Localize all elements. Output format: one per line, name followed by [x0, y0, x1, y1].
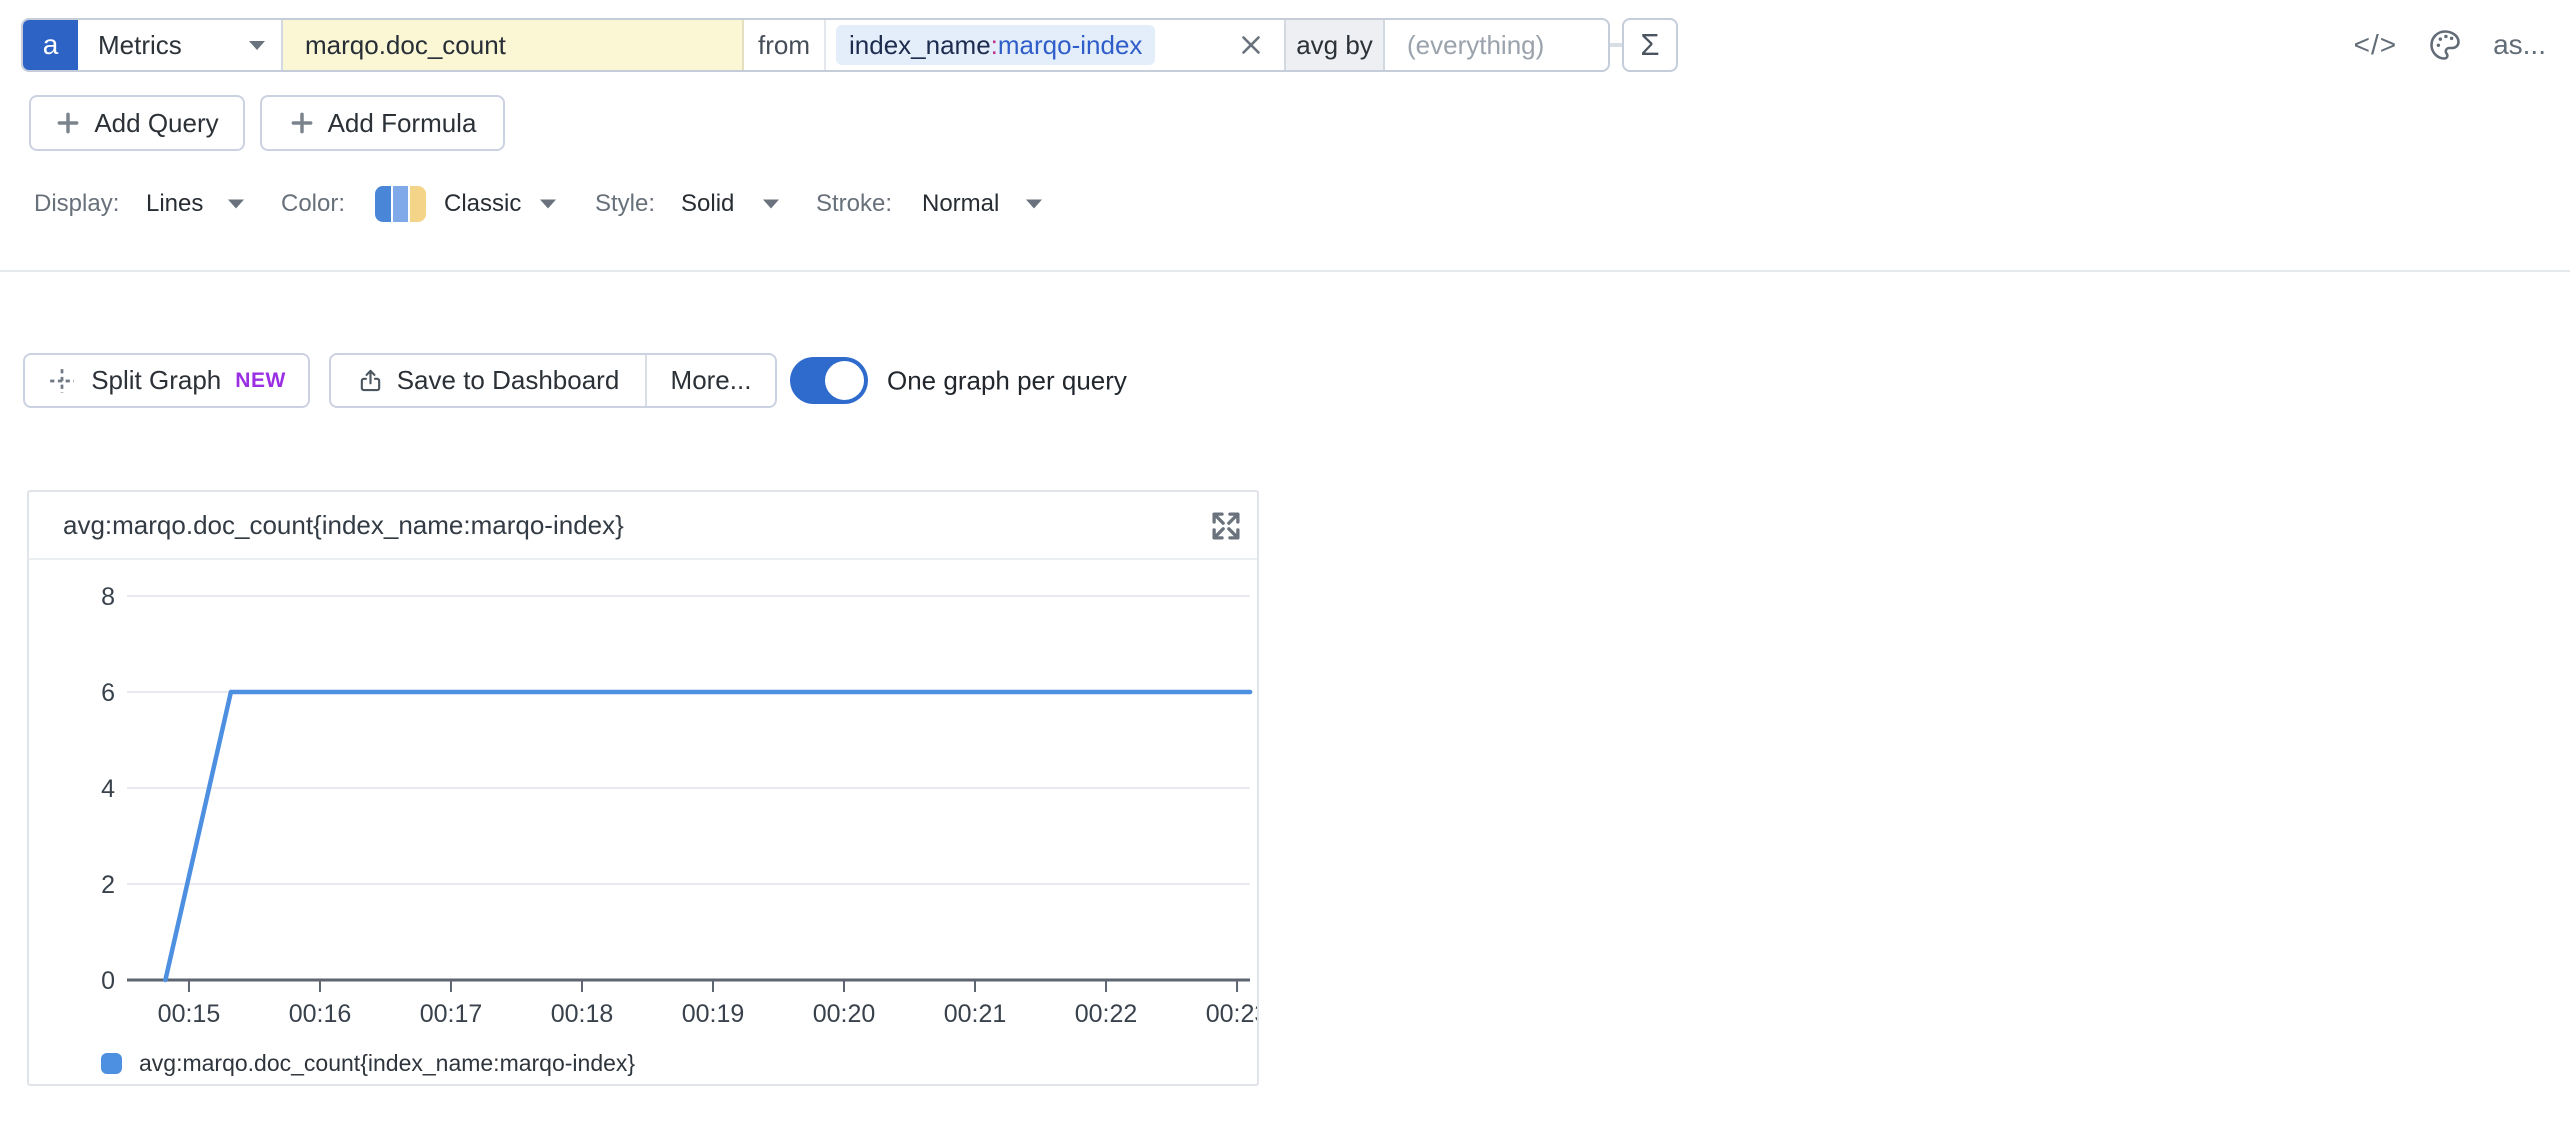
svg-text:00:19: 00:19 [682, 1000, 745, 1028]
plus-icon [289, 110, 315, 136]
clear-filter-button[interactable] [1234, 28, 1268, 62]
query-row: a Metrics from index_name:marqo-index av… [21, 18, 1678, 72]
svg-text:4: 4 [101, 775, 115, 803]
svg-text:00:15: 00:15 [158, 1000, 221, 1028]
group-by-input[interactable] [1405, 29, 1605, 62]
as-label[interactable]: as... [2493, 29, 2546, 61]
palette-stripe [393, 186, 409, 222]
split-grid-icon [47, 366, 77, 396]
group-by-section [1385, 20, 1608, 70]
style-label: Style: [595, 190, 655, 218]
chart-header: avg:marqo.doc_count{index_name:marqo-ind… [29, 492, 1257, 560]
sigma-button[interactable]: Σ [1622, 18, 1678, 72]
timeseries-card: avg:marqo.doc_count{index_name:marqo-ind… [27, 490, 1259, 1086]
avg-by-button[interactable]: avg by [1286, 20, 1385, 70]
color-label: Color: [281, 190, 345, 218]
graph-actions-row: Split Graph NEW Save to Dashboard More..… [0, 353, 2570, 408]
one-graph-toggle-label: One graph per query [887, 365, 1127, 396]
expand-icon [1207, 507, 1245, 545]
stroke-label: Stroke: [816, 190, 892, 218]
palette-stripe [410, 186, 426, 222]
toggle-knob [825, 361, 864, 400]
legend-swatch [101, 1053, 122, 1074]
stroke-value-dropdown[interactable]: Normal [922, 190, 999, 218]
export-icon [357, 367, 384, 394]
color-value-dropdown[interactable]: Classic [444, 190, 521, 218]
style-value-dropdown[interactable]: Solid [681, 190, 734, 218]
split-graph-button[interactable]: Split Graph NEW [23, 353, 310, 408]
svg-text:00:21: 00:21 [944, 1000, 1007, 1028]
add-query-button[interactable]: Add Query [29, 95, 245, 151]
palette-icon[interactable] [2427, 27, 2463, 63]
svg-text:6: 6 [101, 679, 115, 707]
data-source-dropdown[interactable]: Metrics [78, 20, 283, 70]
from-label: from [744, 20, 826, 70]
add-formula-label: Add Formula [328, 108, 477, 139]
more-button[interactable]: More... [647, 355, 775, 406]
palette-stripe [375, 186, 391, 222]
section-divider [0, 270, 2570, 272]
sigma-connector [1610, 43, 1622, 47]
filter-colon: : [991, 30, 998, 61]
svg-text:2: 2 [101, 871, 115, 899]
chevron-down-icon[interactable] [228, 200, 244, 209]
save-button-group: Save to Dashboard More... [329, 353, 777, 408]
chevron-down-icon[interactable] [540, 200, 556, 209]
save-to-dashboard-label: Save to Dashboard [397, 365, 620, 396]
close-icon [1236, 30, 1266, 60]
filter-section: index_name:marqo-index [826, 20, 1286, 70]
chevron-down-icon[interactable] [1026, 200, 1042, 209]
add-query-label: Add Query [94, 108, 218, 139]
chevron-down-icon[interactable] [763, 200, 779, 209]
add-formula-button[interactable]: Add Formula [260, 95, 505, 151]
svg-text:0: 0 [101, 967, 115, 995]
query-toolbar-icons: </> as... [2354, 18, 2546, 72]
svg-text:00:17: 00:17 [420, 1000, 483, 1028]
svg-text:00:22: 00:22 [1075, 1000, 1138, 1028]
filter-key: index_name [849, 30, 991, 61]
svg-text:00:16: 00:16 [289, 1000, 352, 1028]
chart-title: avg:marqo.doc_count{index_name:marqo-ind… [63, 510, 624, 541]
svg-text:8: 8 [101, 583, 115, 611]
filter-value: marqo-index [998, 30, 1143, 61]
chevron-down-icon [249, 41, 265, 50]
display-label: Display: [34, 190, 119, 218]
data-source-label: Metrics [98, 30, 182, 61]
expand-graph-button[interactable] [1207, 507, 1245, 545]
metric-input[interactable] [283, 30, 742, 61]
metric-input-wrap [283, 20, 744, 70]
plus-icon [55, 110, 81, 136]
one-graph-toggle[interactable] [790, 357, 868, 404]
svg-text:00:20: 00:20 [813, 1000, 876, 1028]
filter-chip[interactable]: index_name:marqo-index [836, 25, 1155, 65]
save-to-dashboard-button[interactable]: Save to Dashboard [331, 355, 647, 406]
classic-palette-swatch[interactable] [375, 186, 426, 222]
query-letter-badge: a [23, 20, 78, 70]
query-pill: a Metrics from index_name:marqo-index av… [21, 18, 1610, 72]
timeseries-svg[interactable]: 0 2 4 6 8 00:15 00:16 00:17 00:18 00:19 00:20 00:21… [29, 562, 1257, 1028]
code-icon[interactable]: </> [2354, 29, 2397, 61]
display-options-row: Display: Lines Color: Classic Style: Sol… [0, 178, 2570, 230]
new-badge: NEW [235, 369, 286, 393]
legend-label: avg:marqo.doc_count{index_name:marqo-ind… [139, 1050, 635, 1077]
svg-text:00:18: 00:18 [551, 1000, 614, 1028]
legend-item[interactable]: avg:marqo.doc_count{index_name:marqo-ind… [101, 1050, 635, 1077]
split-graph-label: Split Graph [91, 365, 221, 396]
svg-text:00:23: 00:23 [1206, 1000, 1257, 1028]
display-value-dropdown[interactable]: Lines [146, 190, 203, 218]
